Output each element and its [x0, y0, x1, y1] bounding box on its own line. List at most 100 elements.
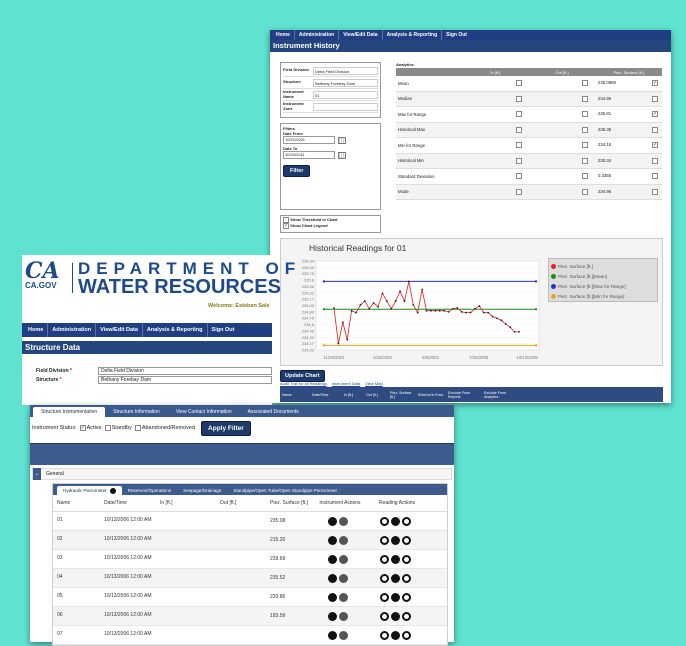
analytics-checkbox[interactable] — [582, 80, 588, 87]
link[interactable]: Instrument Data — [332, 381, 360, 386]
view-instrument-icon[interactable] — [339, 630, 348, 640]
view-reading-icon[interactable] — [379, 573, 389, 583]
view-instrument-icon[interactable] — [339, 611, 348, 621]
calendar-icon[interactable] — [338, 136, 346, 144]
edit-reading-icon[interactable] — [390, 630, 400, 640]
add-reading-icon[interactable] — [401, 630, 411, 640]
analytics-checkbox[interactable]: ✓ — [652, 80, 658, 87]
nav-item-sign-out[interactable]: Sign Out — [208, 323, 239, 337]
nav-item-view-edit-data[interactable]: View/Edit Data — [96, 323, 143, 337]
edit-instrument-icon[interactable] — [328, 573, 337, 583]
add-reading-icon[interactable] — [401, 535, 411, 545]
analytics-checkbox[interactable] — [652, 173, 658, 180]
add-icon[interactable] — [109, 487, 116, 494]
analytics-checkbox[interactable] — [652, 95, 658, 102]
analytics-checkbox[interactable] — [652, 126, 658, 133]
status-checkbox[interactable] — [134, 425, 141, 431]
ca-gov-logo: CA CA.GOV — [25, 260, 71, 297]
status-checkbox[interactable]: ✓ — [79, 425, 86, 431]
edit-instrument-icon[interactable] — [328, 535, 337, 545]
cell-datetime: 10/13/2006 12:00 AM — [104, 612, 152, 619]
analytics-checkbox[interactable] — [516, 126, 522, 133]
subtab[interactable]: Seepage/Drainage — [177, 486, 227, 495]
view-reading-icon[interactable] — [379, 611, 389, 621]
analytics-checkbox[interactable]: ✓ — [652, 142, 658, 149]
view-instrument-icon[interactable] — [339, 535, 348, 545]
analytics-checkbox[interactable] — [516, 173, 522, 180]
add-reading-icon[interactable] — [401, 554, 411, 564]
analytics-checkbox[interactable] — [582, 126, 588, 133]
analytics-checkbox[interactable] — [652, 157, 658, 164]
view-instrument-icon[interactable] — [339, 573, 348, 583]
edit-reading-icon[interactable] — [390, 592, 400, 602]
add-reading-icon[interactable] — [401, 573, 411, 583]
edit-instrument-icon[interactable] — [328, 630, 337, 640]
view-instrument-icon[interactable] — [339, 592, 348, 602]
tab-view-contact-information[interactable]: View Contact Information — [168, 407, 240, 417]
show-legend-checkbox[interactable]: ✓ — [283, 223, 289, 229]
filter-button[interactable]: Filter — [283, 165, 311, 177]
analytics-checkbox[interactable] — [582, 157, 588, 164]
nav-item-administration[interactable]: Administration — [295, 30, 340, 40]
edit-reading-icon[interactable] — [390, 516, 400, 526]
view-reading-icon[interactable] — [379, 516, 389, 526]
calendar-icon[interactable] — [338, 151, 346, 159]
analytics-checkbox[interactable] — [582, 111, 588, 118]
analytics-checkbox[interactable] — [582, 173, 588, 180]
structure-field[interactable]: Bethany Forebay Dam — [98, 376, 272, 384]
date-to-input[interactable]: 10/20/2011 — [283, 151, 335, 159]
view-reading-icon[interactable] — [379, 554, 389, 564]
status-option[interactable]: ✓ Active — [79, 425, 102, 431]
analytics-checkbox[interactable] — [516, 111, 522, 118]
tab-structure-instrumentation[interactable]: Structure Instrumentation — [33, 407, 106, 417]
analytics-checkbox[interactable] — [516, 80, 522, 87]
status-option[interactable]: Abandoned/Removed — [134, 425, 195, 431]
analytics-checkbox[interactable] — [582, 95, 588, 102]
tab-associated-documents[interactable]: Associated Documents — [240, 407, 307, 417]
field-division-field[interactable]: Delta Field Division — [98, 366, 272, 375]
edit-instrument-icon[interactable] — [328, 611, 337, 621]
analytics-checkbox[interactable] — [516, 95, 522, 102]
analytics-checkbox[interactable] — [582, 142, 588, 149]
view-reading-icon[interactable] — [379, 535, 389, 545]
nav-item-administration[interactable]: Administration — [48, 323, 97, 337]
analytics-checkbox[interactable] — [652, 188, 658, 195]
analytics-checkbox[interactable] — [516, 157, 522, 164]
collapse-icon[interactable]: ⌄ — [33, 468, 41, 480]
nav-item-sign-out[interactable]: Sign Out — [442, 30, 471, 40]
nav-item-view-edit-data[interactable]: View/Edit Data — [339, 30, 383, 40]
edit-reading-icon[interactable] — [390, 535, 400, 545]
date-from-input[interactable]: 10/21/2001 — [283, 136, 335, 144]
subtab[interactable]: Reservoir/Operations — [122, 486, 177, 495]
tab-structure-information[interactable]: Structure Information — [105, 407, 168, 417]
link[interactable]: Audit Trail for all Readings — [280, 381, 327, 386]
view-reading-icon[interactable] — [379, 592, 389, 602]
subtab[interactable]: Hydraulic Piezometer — [57, 486, 122, 495]
analytics-checkbox[interactable] — [516, 188, 522, 195]
analytics-value: 0.3355 — [598, 173, 612, 179]
analytics-checkbox[interactable] — [516, 142, 522, 149]
status-option[interactable]: Standby — [104, 425, 132, 431]
nav-item-analysis-reporting[interactable]: Analysis & Reporting — [383, 30, 443, 40]
edit-instrument-icon[interactable] — [328, 554, 337, 564]
analytics-checkbox[interactable]: ✓ — [652, 111, 658, 118]
edit-instrument-icon[interactable] — [328, 516, 337, 526]
edit-reading-icon[interactable] — [390, 554, 400, 564]
nav-item-home[interactable]: Home — [272, 30, 295, 40]
nav-item-analysis-reporting[interactable]: Analysis & Reporting — [143, 323, 208, 337]
view-instrument-icon[interactable] — [339, 516, 348, 526]
status-checkbox[interactable] — [104, 425, 111, 431]
edit-instrument-icon[interactable] — [328, 592, 337, 602]
apply-filter-button[interactable]: Apply Filter — [201, 420, 251, 436]
link[interactable]: View Map — [365, 381, 383, 386]
subtab[interactable]: Standpipe/Open Tube/Open Standpipe Piezo… — [227, 486, 343, 495]
view-instrument-icon[interactable] — [339, 554, 348, 564]
view-reading-icon[interactable] — [379, 630, 389, 640]
add-reading-icon[interactable] — [401, 516, 411, 526]
analytics-checkbox[interactable] — [582, 188, 588, 195]
edit-reading-icon[interactable] — [390, 611, 400, 621]
edit-reading-icon[interactable] — [390, 573, 400, 583]
add-reading-icon[interactable] — [401, 611, 411, 621]
add-reading-icon[interactable] — [401, 592, 411, 602]
nav-item-home[interactable]: Home — [24, 323, 49, 337]
